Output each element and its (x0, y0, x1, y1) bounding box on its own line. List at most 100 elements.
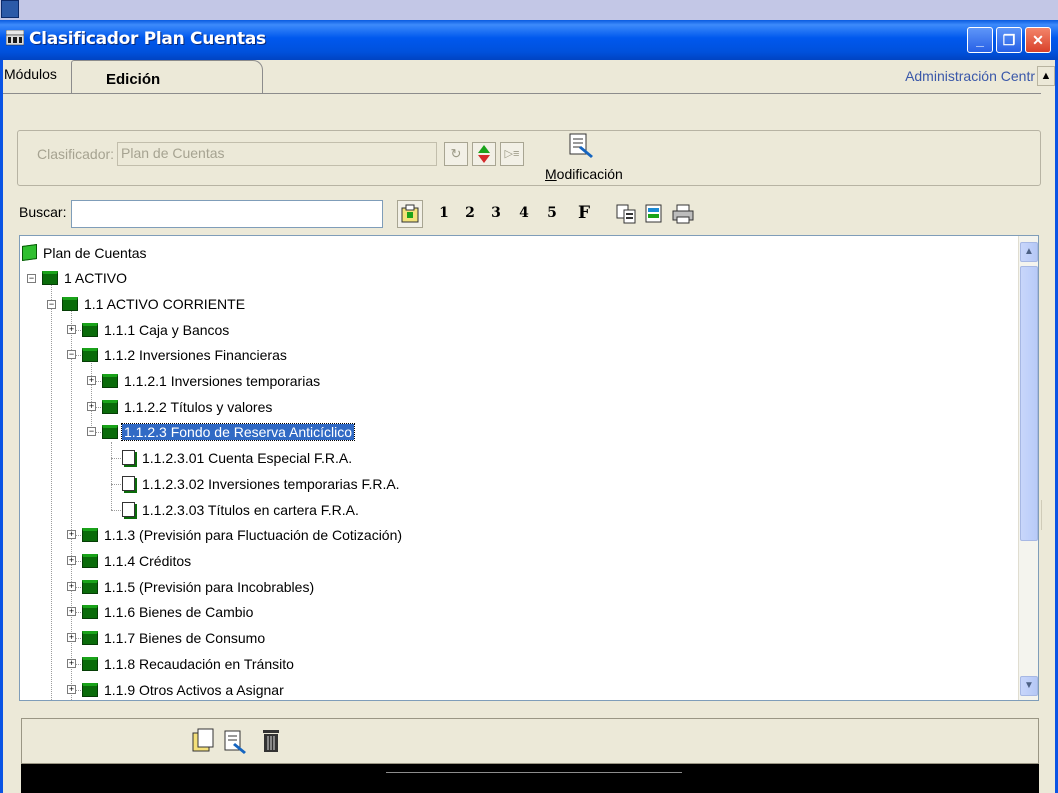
reload-icon[interactable]: ↻ (444, 142, 468, 166)
folder-icon (102, 399, 118, 414)
tree-node[interactable]: 1.1.2.1 Inversiones temporarias (102, 369, 322, 393)
expand-icon[interactable]: + (67, 325, 76, 334)
document-icon (122, 450, 135, 466)
folder-icon (82, 347, 98, 362)
tree-leaf[interactable]: 1.1.2.3.03 Títulos en cartera F.R.A. (122, 498, 361, 522)
folder-icon (82, 630, 98, 645)
window-title: Clasificador Plan Cuentas (29, 29, 266, 49)
tab-modulos[interactable]: Módulos (4, 66, 57, 82)
print-icon[interactable] (670, 200, 696, 228)
tree-connector (71, 310, 72, 700)
tree-node[interactable]: 1.1.5 (Previsión para Incobrables) (82, 575, 316, 599)
level-3-button[interactable]: 3 (484, 197, 508, 227)
level-1-button[interactable]: 1 (432, 197, 456, 227)
search-label: Buscar: (19, 204, 67, 220)
folder-icon (82, 579, 98, 594)
tree-scrollbar[interactable]: ▲ ▼ (1018, 236, 1038, 700)
tab-scroll-up-icon[interactable]: ▲ (1037, 66, 1055, 86)
folder-icon (82, 527, 98, 542)
folder-icon (82, 553, 98, 568)
classifier-field[interactable]: Plan de Cuentas (117, 142, 437, 166)
collapse-icon[interactable]: − (67, 350, 76, 359)
bottom-toolbar (21, 718, 1039, 764)
modificacion-label: Modificación (545, 166, 623, 182)
copy-icon[interactable] (614, 200, 640, 228)
tree-node[interactable]: 1.1.7 Bienes de Consumo (82, 626, 267, 650)
window-edge-grip (1041, 500, 1055, 530)
desktop-corner-icon (1, 0, 19, 18)
title-bar: Clasificador Plan Cuentas _ ❐ ✕ (0, 20, 1058, 60)
level-2-button[interactable]: 2 (458, 197, 482, 227)
tree-node[interactable]: 1.1.3 (Previsión para Fluctuación de Cot… (82, 523, 404, 547)
folder-icon (102, 424, 118, 439)
trash-icon[interactable] (260, 727, 282, 755)
edit-icon[interactable] (222, 727, 248, 755)
folder-icon (62, 296, 78, 311)
minimize-button[interactable]: _ (967, 27, 993, 53)
search-input[interactable] (71, 200, 383, 228)
indent-icon[interactable]: ▷≡ (500, 142, 524, 166)
tree-leaf[interactable]: 1.1.2.3.02 Inversiones temporarias F.R.A… (122, 472, 402, 496)
refresh-icon[interactable] (642, 200, 668, 228)
admin-central-link[interactable]: Administración Centr (905, 68, 1035, 84)
expand-icon[interactable]: + (67, 659, 76, 668)
expand-icon[interactable]: + (67, 556, 76, 565)
tree-connector (111, 510, 121, 511)
maximize-button[interactable]: ❐ (996, 27, 1022, 53)
level-4-button[interactable]: 4 (512, 197, 536, 227)
folder-icon (82, 682, 98, 697)
tree-node[interactable]: 1.1.2.2 Títulos y valores (102, 395, 274, 419)
tree-node[interactable]: 1.1.1 Caja y Bancos (82, 318, 231, 342)
folder-icon (82, 604, 98, 619)
expand-icon[interactable]: + (67, 530, 76, 539)
folder-icon (82, 322, 98, 337)
up-down-arrows-icon[interactable] (472, 142, 496, 166)
collapse-icon[interactable]: − (27, 274, 36, 283)
expand-icon[interactable]: + (67, 633, 76, 642)
document-icon (122, 476, 135, 492)
tree-connector (111, 458, 121, 459)
collapse-icon[interactable]: − (87, 427, 96, 436)
tree-node[interactable]: 1.1 ACTIVO CORRIENTE (62, 292, 247, 316)
main-window: Clasificador Plan Cuentas _ ❐ ✕ Módulos … (0, 20, 1058, 793)
scroll-up-icon[interactable]: ▲ (1020, 242, 1038, 262)
find-folder-icon[interactable] (397, 200, 423, 228)
expand-icon[interactable]: + (67, 582, 76, 591)
scroll-thumb[interactable] (1020, 266, 1038, 541)
scroll-down-icon[interactable]: ▼ (1020, 676, 1038, 696)
account-tree[interactable]: − − + − + + + + + + + + + − Plan de Cuentas 1 ACTIVO … (19, 235, 1039, 701)
root-cube-icon (22, 244, 37, 262)
filter-f-button[interactable]: F (572, 197, 596, 227)
modificacion-button[interactable]: Modificación (539, 126, 629, 186)
tree-node[interactable]: 1.1.6 Bienes de Cambio (82, 600, 255, 624)
tree-root[interactable]: Plan de Cuentas (22, 241, 149, 265)
tree-connector (91, 361, 92, 436)
tree-node[interactable]: 1.1.2 Inversiones Financieras (82, 343, 289, 367)
folder-icon (82, 656, 98, 671)
folder-icon (102, 373, 118, 388)
tree-node[interactable]: 1.1.4 Créditos (82, 549, 193, 573)
tree-node[interactable]: 1 ACTIVO (42, 266, 129, 290)
tree-connector (111, 442, 112, 510)
folder-icon (42, 270, 58, 285)
expand-icon[interactable]: + (67, 607, 76, 616)
tab-edicion[interactable]: Edición (71, 60, 263, 94)
expand-icon[interactable]: + (67, 685, 76, 694)
tree-node[interactable]: 1.1.8 Recaudación en Tránsito (82, 652, 296, 676)
close-button[interactable]: ✕ (1025, 27, 1051, 53)
level-5-button[interactable]: 5 (540, 197, 564, 227)
expand-icon[interactable]: + (87, 402, 96, 411)
tab-divider (3, 93, 1041, 94)
collapse-icon[interactable]: − (47, 300, 56, 309)
tab-strip: Módulos Edición Administración Centr ▲ (3, 60, 1055, 116)
tree-connector (111, 484, 121, 485)
tree-node[interactable]: 1.1.9 Otros Activos a Asignar (82, 678, 286, 700)
modify-icon (569, 133, 593, 158)
tab-edicion-label: Edición (106, 71, 161, 88)
tree-connector (51, 284, 52, 700)
new-folder-icon[interactable] (190, 727, 216, 755)
tree-leaf[interactable]: 1.1.2.3.01 Cuenta Especial F.R.A. (122, 446, 354, 470)
expand-icon[interactable]: + (87, 376, 96, 385)
tree-node-selected[interactable]: 1.1.2.3 Fondo de Reserva Anticíclico (102, 420, 356, 444)
classifier-label: Clasificador: (37, 146, 115, 162)
